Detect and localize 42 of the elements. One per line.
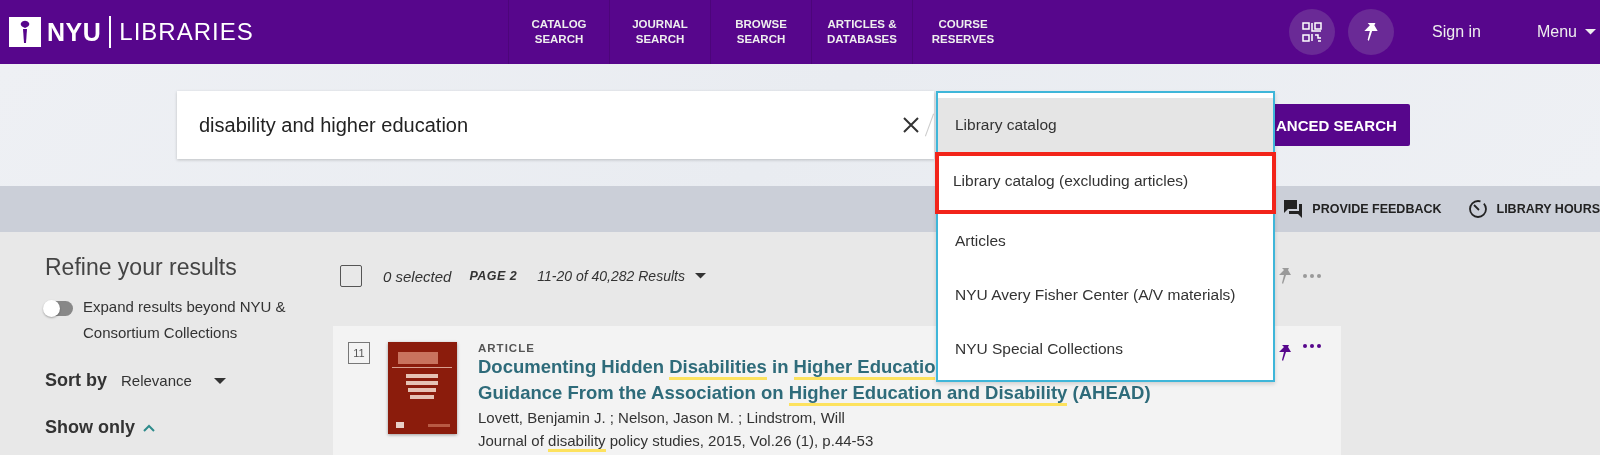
sign-in-link[interactable]: Sign in (1432, 23, 1481, 41)
result-authors: Lovett, Benjamin J. ; Nelson, Jason M. ; Lindstrom, Will (478, 408, 845, 428)
menu-button[interactable]: Menu (1536, 23, 1596, 41)
clear-button[interactable] (901, 115, 921, 135)
more-options-icon[interactable] (1303, 344, 1321, 348)
clock-icon (1467, 199, 1488, 219)
result-title-link[interactable]: Documenting Hidden Disabilities in Higher Educatio (478, 354, 936, 380)
caret-icon (694, 273, 706, 279)
torch-logo-icon (9, 17, 41, 47)
scope-option[interactable]: Library catalog (excluding articles) (935, 152, 1276, 214)
logo-name: LIBRARIES (119, 18, 254, 46)
advanced-search-button[interactable]: ANCED SEARCH (1275, 104, 1410, 146)
show-only-toggle[interactable]: Show only (45, 417, 155, 438)
logo-brand: NYU (47, 17, 102, 47)
scope-option[interactable]: Articles (938, 214, 1273, 268)
sidebar-title: Refine your results (45, 254, 238, 281)
sort-label: Sort by (45, 370, 107, 391)
expand-results-toggle[interactable] (45, 301, 73, 316)
page-label: PAGE 2 (469, 269, 518, 283)
caret-icon (1585, 29, 1596, 35)
scope-option[interactable]: Library catalog (938, 98, 1273, 152)
result-number: 11 (348, 342, 370, 364)
select-all-checkbox[interactable] (340, 265, 362, 287)
result-title-link[interactable]: Guidance From the Association on Higher Education and Disability (AHEAD) (478, 380, 1151, 406)
result-source: Journal of disability policy studies, 2015, Vol.26 (1), p.44-53 (478, 429, 874, 452)
pin-icon[interactable] (1277, 344, 1293, 362)
toggle-label: Expand results beyond NYU & Consortium Collections (83, 297, 287, 343)
result-type: ARTICLE (478, 342, 535, 354)
qr-code-button[interactable] (1289, 9, 1336, 55)
scope-option[interactable]: NYU Special Collections (938, 322, 1273, 376)
search-field[interactable]: disability and higher education (177, 91, 934, 159)
provide-feedback-link[interactable]: PROVIDE FEEDBACK (1283, 199, 1442, 219)
pin-button[interactable] (1348, 9, 1395, 55)
results-range-select[interactable]: 11-20 of 40,282 Results (537, 268, 706, 284)
search-input[interactable]: disability and higher education (197, 112, 901, 138)
caret-icon (213, 377, 226, 384)
sort-select[interactable]: Relevance (121, 372, 226, 389)
chat-bubbles-icon (1283, 199, 1304, 219)
selected-count: 0 selected (383, 267, 452, 285)
qr-code-icon (1301, 21, 1324, 43)
library-hours-link[interactable]: LIBRARY HOURS (1467, 199, 1600, 219)
scope-option[interactable]: NYU Avery Fisher Center (A/V materials) (938, 268, 1273, 322)
